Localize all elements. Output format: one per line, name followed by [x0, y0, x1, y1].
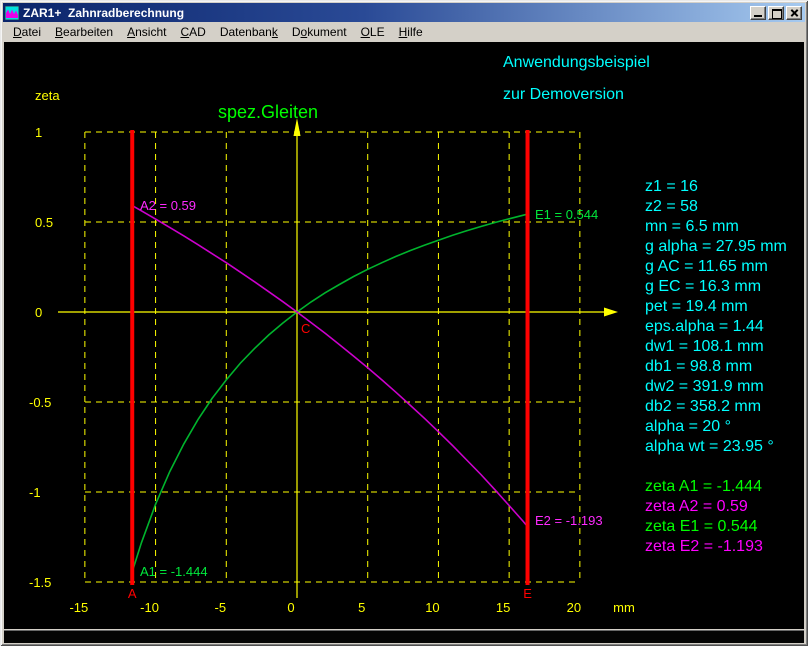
annotation-line-2: zur Demoversion: [503, 86, 624, 104]
curve-zeta2: [132, 206, 527, 527]
zeta-value-line: zeta A1 = -1.444: [645, 477, 763, 497]
close-button[interactable]: [786, 6, 802, 20]
x-axis-arrow-icon: [604, 308, 618, 317]
zeta-results-panel: zeta A1 = -1.444zeta A2 = 0.59zeta E1 = …: [645, 477, 763, 557]
parameter-line: mn = 6.5 mm: [645, 217, 787, 237]
y-tick-label--1: -1: [29, 485, 41, 500]
menu-item-hilfe[interactable]: Hilfe: [392, 23, 430, 41]
parameter-line: z2 = 58: [645, 197, 787, 217]
x-tick-label--15: -15: [69, 600, 88, 615]
title-bar: ZAR1+ Zahnradberechnung: [3, 3, 805, 22]
x-tick-label-10: 10: [425, 600, 439, 615]
y-tick-label--0.5: -0.5: [29, 395, 51, 410]
chart-canvas: A E A1 = -1.444 E1 = 0.544 A2 = 0.59 E2 = -1.…: [4, 42, 804, 629]
minimize-icon: [754, 15, 762, 17]
pitch-point-label: C: [301, 321, 310, 336]
status-bar: 04/30/2014 S+T - HEXAGON ZAR1+ V22.1 #03…: [4, 630, 804, 643]
menu-item-dokument[interactable]: Dokument: [285, 23, 354, 41]
parameter-line: z1 = 16: [645, 177, 787, 197]
annotation-line-1: Anwendungsbeispiel: [503, 54, 650, 72]
x-tick-label--10: -10: [140, 600, 159, 615]
status-text: 04/30/2014 S+T - HEXAGON ZAR1+ V22.1 #03…: [41, 642, 407, 643]
parameter-line: dw2 = 391.9 mm: [645, 377, 787, 397]
parameter-line: pet = 19.4 mm: [645, 297, 787, 317]
window-title: ZAR1+ Zahnradberechnung: [23, 6, 750, 20]
menu-item-datenbank[interactable]: Datenbank: [213, 23, 285, 41]
curve-zeta1: [132, 214, 527, 572]
parameter-line: alpha wt = 23.95 °: [645, 437, 787, 457]
menu-item-ole[interactable]: OLE: [354, 23, 392, 41]
curve-start-label-zeta2: A2 = 0.59: [140, 198, 196, 213]
zeta-value-line: zeta E2 = -1.193: [645, 537, 763, 557]
curve-end-label-zeta2: E2 = -1.193: [535, 513, 603, 528]
gear-parameters-panel: z1 = 16z2 = 58mn = 6.5 mmg alpha = 27.95…: [645, 177, 787, 457]
menu-bar: DateiBearbeitenAnsichtCADDatenbankDokume…: [3, 22, 808, 41]
zeta-value-line: zeta A2 = 0.59: [645, 497, 763, 517]
app-window: ZAR1+ Zahnradberechnung DateiBearbeitenA…: [0, 0, 808, 646]
curve-start-label-zeta1: A1 = -1.444: [140, 564, 208, 579]
y-tick-label-0.5: 0.5: [35, 215, 53, 230]
y-tick-label-0: 0: [35, 305, 42, 320]
parameter-line: db2 = 358.2 mm: [645, 397, 787, 417]
marker-label-E: E: [523, 586, 532, 601]
y-axis-title: zeta: [35, 88, 60, 103]
parameter-line: db1 = 98.8 mm: [645, 357, 787, 377]
app-icon: [5, 6, 19, 20]
x-tick-label--5: -5: [215, 600, 227, 615]
maximize-icon: [772, 9, 782, 19]
parameter-line: dw1 = 108.1 mm: [645, 337, 787, 357]
marker-label-A: A: [128, 586, 137, 601]
x-tick-label-15: 15: [496, 600, 510, 615]
parameter-line: alpha = 20 °: [645, 417, 787, 437]
curve-end-label-zeta1: E1 = 0.544: [535, 207, 598, 222]
chart-title: spez.Gleiten: [218, 102, 318, 123]
menu-item-datei[interactable]: Datei: [6, 23, 48, 41]
parameter-line: g AC = 11.65 mm: [645, 257, 787, 277]
y-tick-label--1.5: -1.5: [29, 575, 51, 590]
window-controls: [750, 6, 802, 20]
minimize-button[interactable]: [750, 6, 766, 20]
menu-item-bearbeiten[interactable]: Bearbeiten: [48, 23, 120, 41]
y-tick-label-1: 1: [35, 125, 42, 140]
menu-item-ansicht[interactable]: Ansicht: [120, 23, 173, 41]
x-tick-label-0: 0: [287, 600, 294, 615]
x-tick-label-20: 20: [567, 600, 581, 615]
parameter-line: g EC = 16.3 mm: [645, 277, 787, 297]
x-axis-unit-label: mm: [613, 600, 635, 615]
parameter-line: g alpha = 27.95 mm: [645, 237, 787, 257]
x-tick-label-5: 5: [358, 600, 365, 615]
parameter-line: eps.alpha = 1.44: [645, 317, 787, 337]
maximize-button[interactable]: [768, 6, 784, 20]
menu-item-cad[interactable]: CAD: [173, 23, 212, 41]
zeta-value-line: zeta E1 = 0.544: [645, 517, 763, 537]
